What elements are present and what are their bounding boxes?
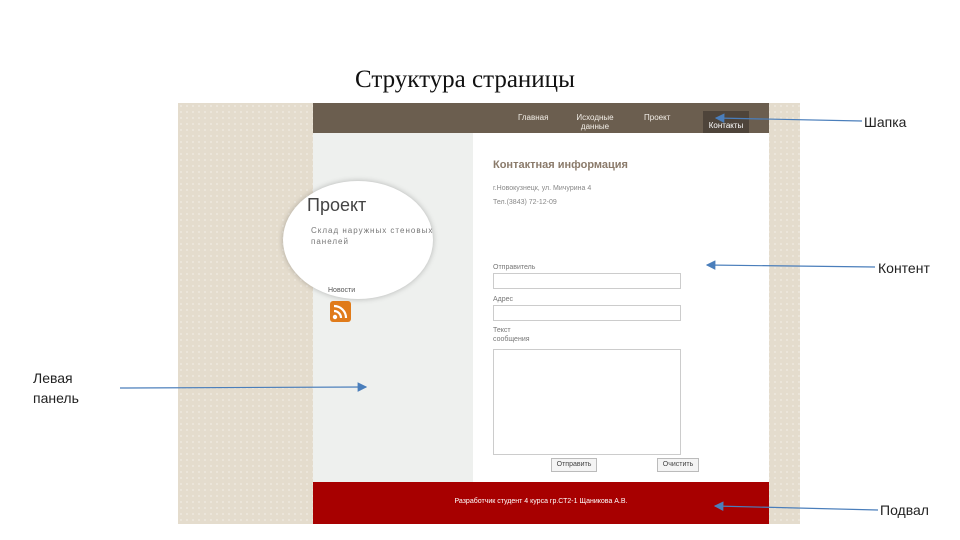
sender-input[interactable] <box>493 273 681 289</box>
label-sender: Отправитель <box>493 264 536 271</box>
slide-title: Структура страницы <box>355 66 575 93</box>
contact-title: Контактная информация <box>493 159 628 171</box>
rss-icon[interactable] <box>330 301 351 322</box>
annotation-header: Шапка <box>864 114 907 130</box>
annotation-left-panel: Левая панель <box>33 370 79 406</box>
logo-subtitle: Склад наружных стеновых панелей <box>311 226 434 246</box>
send-button[interactable]: Отправить <box>551 458 597 472</box>
nav-item-contacts-label: Контакты <box>708 121 744 130</box>
site-header: Главная Исходные данные Проект Контакты <box>313 103 769 137</box>
contact-address: г.Новокузнецк, ул. Мичурина 4 <box>493 185 592 192</box>
contact-phone: Тел.(3843) 72-12-09 <box>493 199 557 206</box>
website-page: Главная Исходные данные Проект Контакты … <box>283 103 769 524</box>
clear-button[interactable]: Очистить <box>657 458 699 472</box>
logo-title: Проект <box>307 195 367 215</box>
news-label[interactable]: Новости <box>328 287 355 294</box>
website-screenshot: Главная Исходные данные Проект Контакты … <box>178 103 800 524</box>
nav-item-home[interactable]: Главная <box>518 113 548 122</box>
site-footer: Разработчик студент 4 курса гр.СТ2-1 Щан… <box>313 482 769 524</box>
annotation-content: Контент <box>878 260 930 276</box>
nav-item-project[interactable]: Проект <box>644 113 670 122</box>
footer-text: Разработчик студент 4 курса гр.СТ2-1 Щан… <box>454 498 628 505</box>
nav-item-source-data[interactable]: Исходные данные <box>575 113 615 131</box>
content-area: Контактная информация г.Новокузнецк, ул.… <box>473 133 769 482</box>
annotation-footer: Подвал <box>880 502 929 518</box>
message-textarea[interactable] <box>493 349 681 455</box>
label-message: Текст сообщения <box>493 327 530 343</box>
left-panel: Проект Склад наружных стеновых панелей Н… <box>283 133 473 482</box>
label-address: Адрес <box>493 296 514 303</box>
address-input[interactable] <box>493 305 681 321</box>
